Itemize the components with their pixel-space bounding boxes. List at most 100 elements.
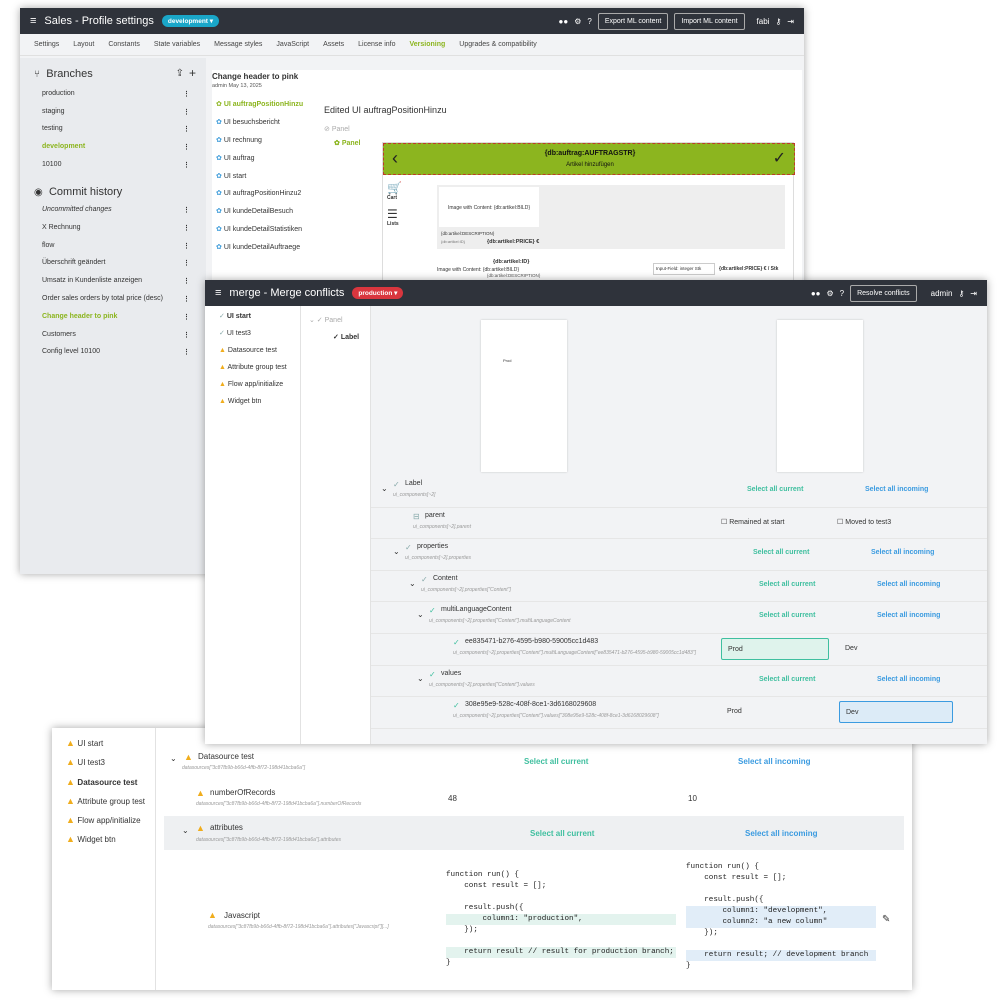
select-all-current[interactable]: Select all current bbox=[747, 486, 803, 493]
preview-input-field[interactable]: Input-Field: integer Stk bbox=[653, 263, 715, 275]
conflict-item[interactable]: ▲ Widget btn bbox=[205, 398, 300, 415]
robot-icon[interactable]: ⚙ bbox=[574, 17, 581, 26]
commit-item[interactable]: Umsatz in Kundenliste anzeigen ⋮ bbox=[42, 277, 190, 295]
moved-checkbox[interactable]: ☐ Moved to test3 bbox=[837, 518, 891, 526]
upload-icon[interactable]: ⇪ bbox=[176, 68, 184, 79]
ui-list-item[interactable]: ✿ UI auftrag bbox=[216, 154, 314, 172]
import-ml-button[interactable]: Import ML content bbox=[674, 12, 745, 30]
conflict-item[interactable]: ▲ UI start bbox=[52, 738, 155, 757]
tab-item[interactable]: Versioning bbox=[409, 41, 445, 48]
tab-item[interactable]: State variables bbox=[154, 41, 200, 48]
ui-list-item[interactable]: ✿ UI start bbox=[216, 172, 314, 190]
code-current[interactable]: function run() { const result = []; resu… bbox=[446, 870, 676, 969]
branch-item[interactable]: development ⋮ bbox=[42, 143, 190, 161]
tab-item[interactable]: Layout bbox=[73, 41, 94, 48]
help-icon[interactable]: ? bbox=[587, 17, 591, 26]
ui-list-item[interactable]: ✿ UI kundeDetailStatistiken bbox=[216, 225, 314, 243]
commit-item[interactable]: Customers ⋮ bbox=[42, 331, 190, 349]
select-all-current[interactable]: Select all current bbox=[753, 549, 809, 556]
tab-item[interactable]: Settings bbox=[34, 41, 59, 48]
remained-checkbox[interactable]: ☐ Remained at start bbox=[721, 518, 784, 526]
tab-item[interactable]: Constants bbox=[108, 41, 140, 48]
more-icon[interactable]: ⋮ bbox=[183, 348, 190, 356]
select-all-current[interactable]: Select all current bbox=[759, 581, 815, 588]
select-all-current[interactable]: Select all current bbox=[759, 676, 815, 683]
help-icon[interactable]: ? bbox=[840, 289, 844, 298]
more-icon[interactable]: ⋮ bbox=[183, 206, 190, 214]
ui-list-item[interactable]: ✿ UI rechnung bbox=[216, 136, 314, 154]
select-all-incoming[interactable]: Select all incoming bbox=[738, 757, 810, 766]
tab-item[interactable]: License info bbox=[358, 41, 395, 48]
more-icon[interactable]: ⋮ bbox=[183, 277, 190, 285]
logout-icon[interactable]: ⇥ bbox=[787, 17, 794, 26]
conflict-item[interactable]: ▲ Widget btn bbox=[52, 834, 155, 853]
tab-item[interactable]: Assets bbox=[323, 41, 344, 48]
conflict-item[interactable]: ▲ Datasource test bbox=[52, 777, 155, 796]
branch-item[interactable]: 10100 ⋮ bbox=[42, 161, 190, 179]
conflict-item[interactable]: ▲ Flow app/initialize bbox=[205, 381, 300, 398]
conflict-item[interactable]: ▲ Attribute group test bbox=[205, 364, 300, 381]
conflict-item[interactable]: ✓ UI start bbox=[205, 312, 300, 329]
commit-item[interactable]: X Rechnung ⋮ bbox=[42, 224, 190, 242]
chat-icon[interactable]: ●● bbox=[559, 17, 569, 26]
collapse-chevron-icon[interactable]: ⌄ bbox=[170, 754, 177, 763]
key-icon[interactable]: ⚷ bbox=[958, 289, 964, 298]
tab-item[interactable]: JavaScript bbox=[276, 41, 309, 48]
more-icon[interactable]: ⋮ bbox=[183, 242, 190, 250]
select-all-current[interactable]: Select all current bbox=[530, 829, 594, 838]
ui-list-item[interactable]: ✿ UI auftragPositionHinzu bbox=[216, 100, 314, 118]
key-icon[interactable]: ⚷ bbox=[775, 17, 781, 26]
list-icon[interactable]: ☰ bbox=[387, 207, 409, 221]
menu-icon[interactable]: ≡ bbox=[30, 15, 36, 27]
commit-item[interactable]: Change header to pink ⋮ bbox=[42, 313, 190, 331]
cart-icon[interactable]: 🛒 bbox=[387, 181, 409, 195]
code-incoming[interactable]: function run() { const result = []; resu… bbox=[686, 862, 876, 972]
incoming-value[interactable]: 10 bbox=[688, 794, 697, 803]
more-icon[interactable]: ⋮ bbox=[183, 125, 190, 133]
commit-item[interactable]: Überschrift geändert ⋮ bbox=[42, 259, 190, 277]
chat-icon[interactable]: ●● bbox=[811, 289, 821, 298]
more-icon[interactable]: ⋮ bbox=[183, 313, 190, 321]
confirm-check-icon[interactable]: ✓ bbox=[773, 148, 786, 168]
incoming-value[interactable]: Dev bbox=[839, 701, 953, 724]
collapse-chevron-icon[interactable]: ⌄ bbox=[381, 484, 388, 493]
branch-badge[interactable]: development ▾ bbox=[161, 15, 220, 27]
branch-item[interactable]: testing ⋮ bbox=[42, 125, 190, 143]
select-all-incoming[interactable]: Select all incoming bbox=[877, 676, 940, 683]
tree-label[interactable]: ✓ Label bbox=[333, 333, 359, 341]
ui-list-item[interactable]: ✿ UI kundeDetailAuftraege bbox=[216, 243, 314, 261]
collapse-chevron-icon[interactable]: ⌄ bbox=[393, 547, 400, 556]
commit-item[interactable]: flow ⋮ bbox=[42, 242, 190, 260]
current-value[interactable]: Prod bbox=[721, 701, 829, 723]
conflict-item[interactable]: ✓ UI test3 bbox=[205, 329, 300, 346]
add-icon[interactable]: + bbox=[189, 66, 196, 80]
branch-item[interactable]: production ⋮ bbox=[42, 90, 190, 108]
ui-list-item[interactable]: ✿ UI kundeDetailBesuch bbox=[216, 207, 314, 225]
select-all-incoming[interactable]: Select all incoming bbox=[865, 486, 928, 493]
conflict-item[interactable]: ▲ Flow app/initialize bbox=[52, 815, 155, 834]
current-value[interactable]: 48 bbox=[448, 794, 457, 803]
robot-icon[interactable]: ⚙ bbox=[826, 289, 833, 298]
more-icon[interactable]: ⋮ bbox=[183, 259, 190, 267]
edit-icon[interactable]: ✎ bbox=[882, 914, 890, 925]
tab-item[interactable]: Upgrades & compatibility bbox=[459, 41, 536, 48]
conflict-item[interactable]: ▲ Attribute group test bbox=[52, 796, 155, 815]
incoming-value[interactable]: Dev bbox=[839, 638, 953, 660]
collapse-chevron-icon[interactable]: ⌄ bbox=[182, 826, 189, 835]
select-all-incoming[interactable]: Select all incoming bbox=[871, 549, 934, 556]
collapse-chevron-icon[interactable]: ⌄ bbox=[409, 579, 416, 588]
commit-item[interactable]: Config level 10100 ⋮ bbox=[42, 348, 190, 366]
ui-list-item[interactable]: ✿ UI auftragPositionHinzu2 bbox=[216, 189, 314, 207]
more-icon[interactable]: ⋮ bbox=[183, 224, 190, 232]
resolve-conflicts-button[interactable]: Resolve conflicts bbox=[850, 284, 917, 302]
more-icon[interactable]: ⋮ bbox=[183, 295, 190, 303]
more-icon[interactable]: ⋮ bbox=[183, 108, 190, 116]
tree-panel[interactable]: ⌄ ✓ Panel bbox=[309, 316, 343, 324]
commit-item[interactable]: Uncommitted changes ⋮ bbox=[42, 206, 190, 224]
select-all-incoming[interactable]: Select all incoming bbox=[877, 581, 940, 588]
more-icon[interactable]: ⋮ bbox=[183, 143, 190, 151]
conflict-item[interactable]: ▲ UI test3 bbox=[52, 757, 155, 776]
commit-item[interactable]: Order sales orders by total price (desc)… bbox=[42, 295, 190, 313]
ui-list-item[interactable]: ✿ UI besuchsbericht bbox=[216, 118, 314, 136]
collapse-chevron-icon[interactable]: ⌄ bbox=[417, 674, 424, 683]
